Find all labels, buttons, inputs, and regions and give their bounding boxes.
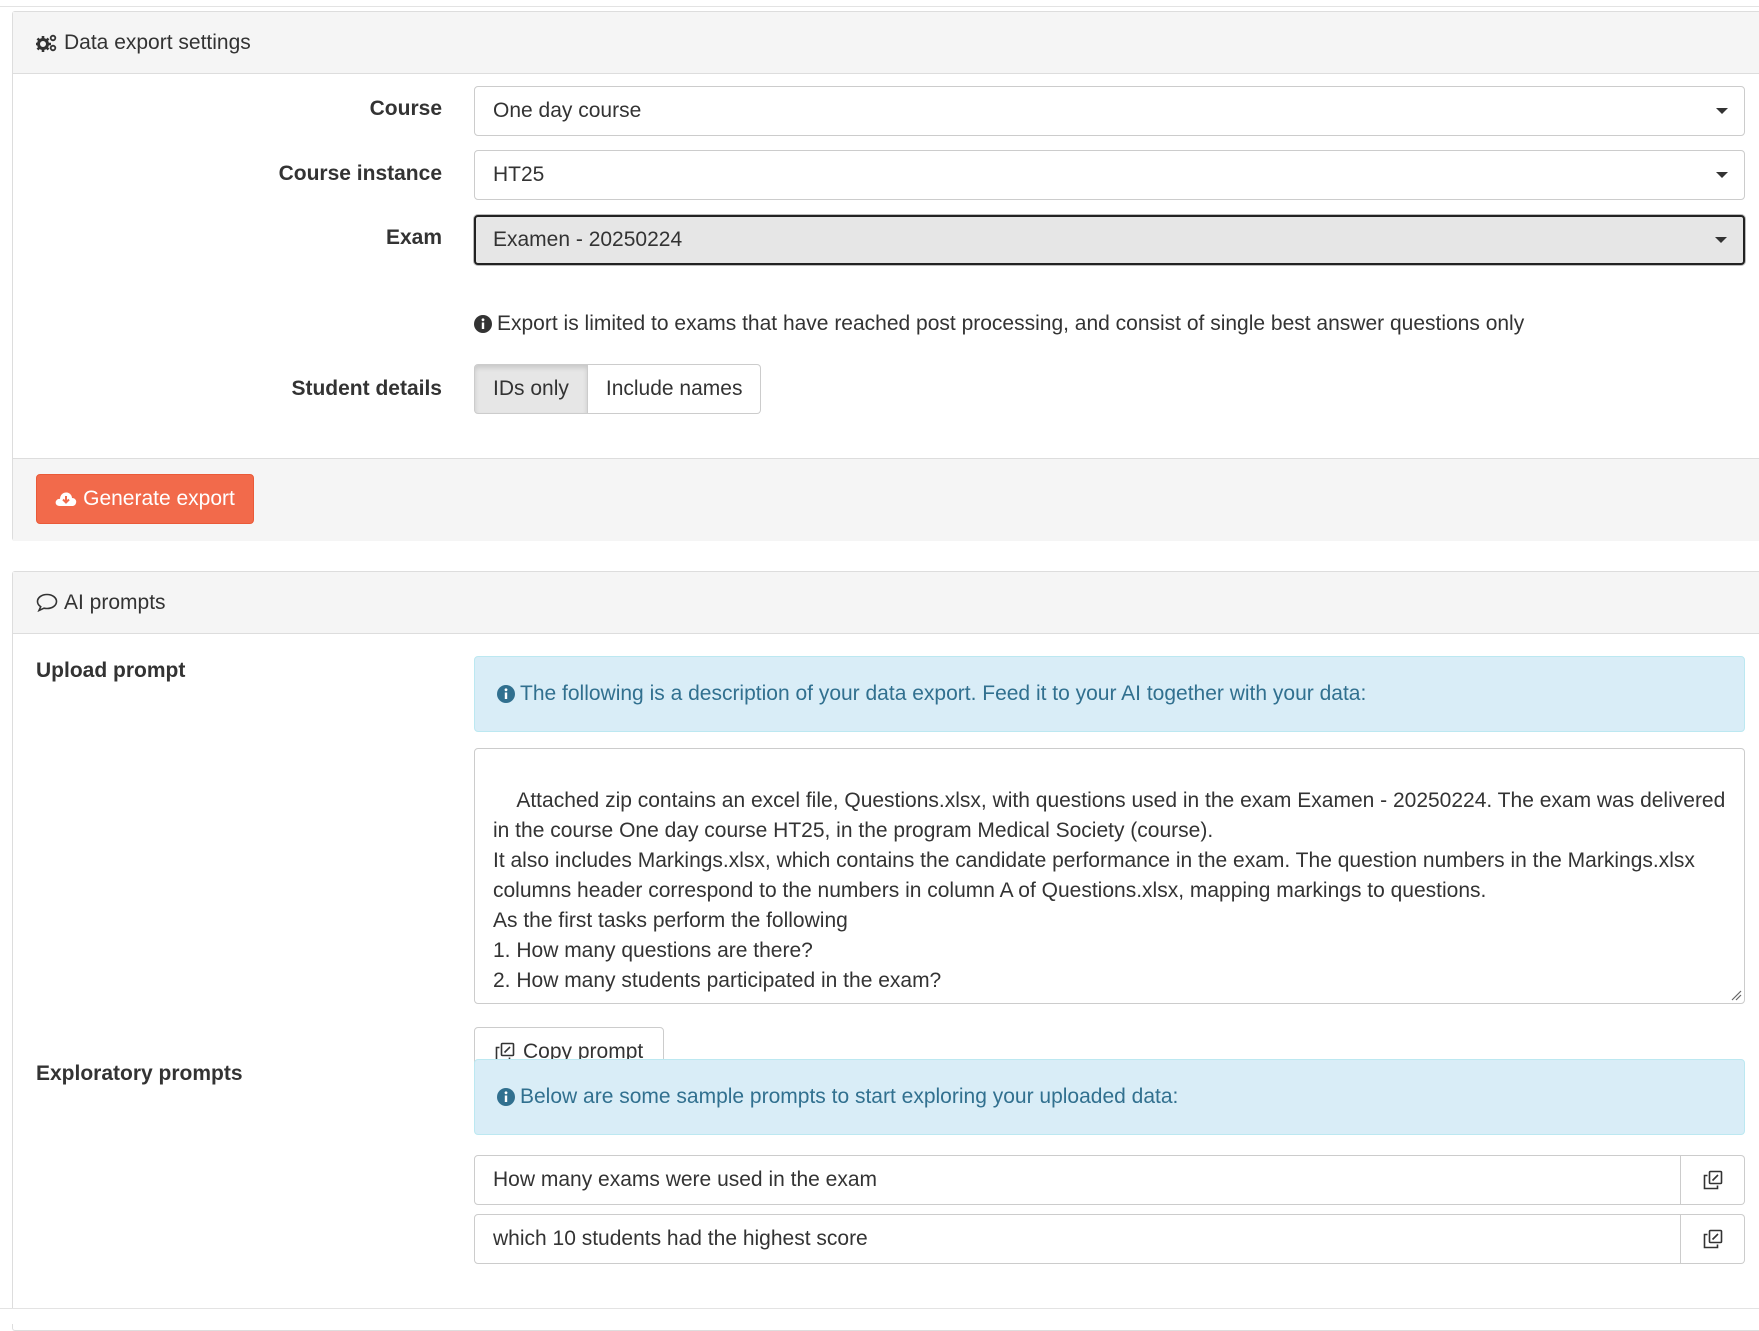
data-export-panel: Data export settings Course One day cour… bbox=[12, 11, 1759, 541]
exploratory-prompt-input[interactable]: How many exams were used in the exam bbox=[474, 1155, 1681, 1205]
course-value: One day course bbox=[493, 99, 642, 122]
exploratory-prompt-text: which 10 students had the highest score bbox=[493, 1227, 868, 1250]
upload-info-text: The following is a description of your d… bbox=[520, 682, 1367, 705]
course-instance-select[interactable]: HT25 bbox=[474, 150, 1745, 200]
ai-prompts-panel: AI prompts Upload prompt The following i… bbox=[12, 571, 1759, 1331]
top-divider bbox=[0, 6, 1759, 7]
exam-value: Examen - 20250224 bbox=[493, 228, 683, 251]
exam-select[interactable]: Examen - 20250224 bbox=[474, 215, 1745, 265]
exploratory-prompt-text: How many exams were used in the exam bbox=[493, 1168, 877, 1191]
exploratory-prompt-row: How many exams were used in the exam bbox=[474, 1155, 1745, 1205]
exam-help-label: Export is limited to exams that have rea… bbox=[497, 312, 1525, 335]
include-names-button[interactable]: Include names bbox=[587, 364, 762, 414]
copy-exploratory-prompt-button[interactable] bbox=[1681, 1155, 1745, 1205]
exploratory-prompt-row: which 10 students had the highest score bbox=[474, 1214, 1745, 1264]
course-instance-value: HT25 bbox=[493, 163, 545, 186]
caret-down-icon bbox=[1715, 237, 1727, 243]
course-instance-label: Course instance bbox=[278, 162, 442, 185]
upload-prompt-label: Upload prompt bbox=[36, 659, 186, 682]
exam-label: Exam bbox=[385, 226, 442, 249]
exploratory-info-text: Below are some sample prompts to start e… bbox=[520, 1085, 1179, 1108]
student-details-toggle: IDs only Include names bbox=[474, 364, 762, 414]
caret-down-icon bbox=[1716, 172, 1728, 178]
data-export-footer: Generate export bbox=[13, 458, 1759, 541]
ids-only-button[interactable]: IDs only bbox=[474, 364, 588, 414]
upload-prompt-textarea[interactable]: Attached zip contains an excel file, Que… bbox=[474, 748, 1745, 1004]
exploratory-prompts-label: Exploratory prompts bbox=[36, 1062, 243, 1085]
info-circle-icon bbox=[497, 1088, 515, 1106]
info-circle-icon bbox=[474, 315, 492, 333]
ai-prompts-heading: AI prompts bbox=[13, 572, 1759, 634]
bottom-edge bbox=[0, 1308, 1759, 1324]
exploratory-info-alert: Below are some sample prompts to start e… bbox=[474, 1059, 1745, 1135]
student-details-label: Student details bbox=[291, 377, 442, 400]
cloud-download-icon bbox=[55, 492, 77, 506]
exploratory-prompt-input[interactable]: which 10 students had the highest score bbox=[474, 1214, 1681, 1264]
ai-prompts-title: AI prompts bbox=[64, 590, 166, 614]
generate-export-label: Generate export bbox=[83, 487, 235, 510]
course-select[interactable]: One day course bbox=[474, 86, 1745, 136]
resize-grip-icon[interactable] bbox=[1730, 989, 1742, 1001]
course-label: Course bbox=[369, 97, 442, 120]
generate-export-button[interactable]: Generate export bbox=[36, 474, 254, 524]
info-circle-icon bbox=[497, 685, 515, 703]
cogs-icon bbox=[36, 34, 57, 52]
data-export-title: Data export settings bbox=[64, 30, 251, 54]
copy-icon bbox=[1703, 1170, 1722, 1190]
upload-info-alert: The following is a description of your d… bbox=[474, 656, 1745, 732]
exam-help-text: Export is limited to exams that have rea… bbox=[474, 312, 1524, 336]
copy-icon bbox=[1703, 1229, 1722, 1249]
upload-prompt-text: Attached zip contains an excel file, Que… bbox=[493, 789, 1726, 992]
comment-icon bbox=[36, 593, 58, 612]
copy-exploratory-prompt-button[interactable] bbox=[1681, 1214, 1745, 1264]
data-export-heading: Data export settings bbox=[13, 12, 1759, 74]
caret-down-icon bbox=[1716, 108, 1728, 114]
